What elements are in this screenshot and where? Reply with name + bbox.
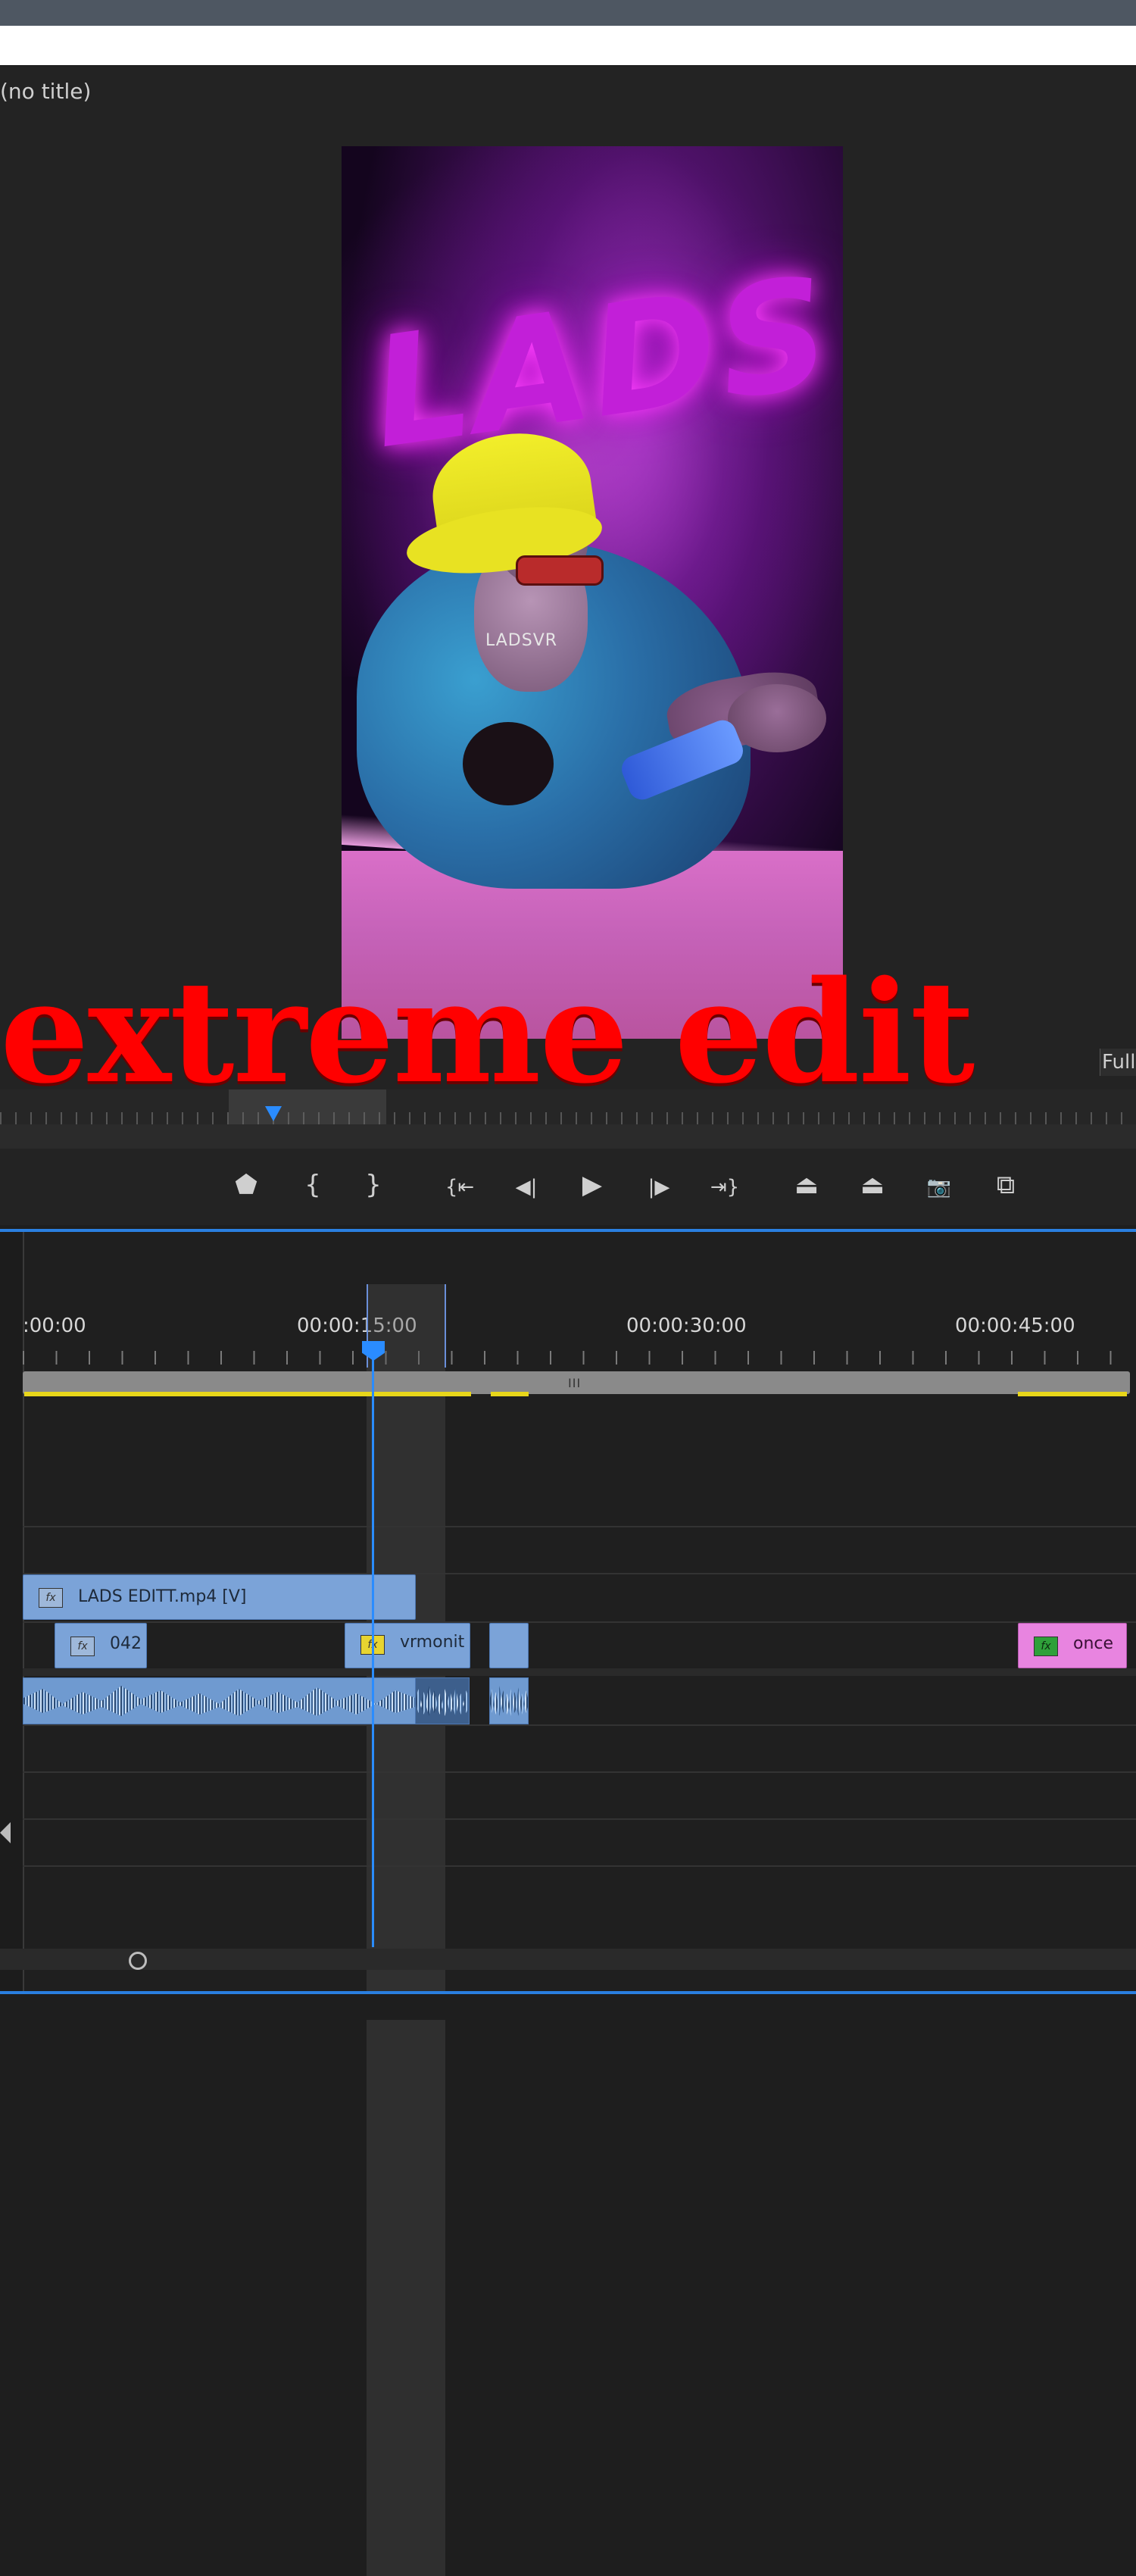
video-clip-042[interactable]: fx 042 (55, 1623, 147, 1668)
zoom-scrollbar-grip[interactable]: III (568, 1376, 581, 1390)
audio-waveform (23, 1686, 415, 1716)
export-frame-button[interactable]: 📷 (920, 1164, 958, 1206)
clip-label: vrmonit (400, 1633, 465, 1652)
fx-badge: fx (1034, 1637, 1058, 1656)
add-marker-button[interactable]: ⬟ (227, 1164, 265, 1206)
track-separator (23, 1771, 1136, 1773)
comparison-icon: ⧉ (996, 1170, 1016, 1200)
comparison-view-button[interactable]: ⧉ (987, 1164, 1025, 1206)
step-forward-icon: |▶ (648, 1176, 670, 1199)
transport-controls (0, 1149, 1136, 1224)
audio-clip-main[interactable] (23, 1677, 416, 1724)
video-clip-vrmonit[interactable]: fx vrmonit (345, 1623, 470, 1668)
lift-icon: ⏏ (794, 1170, 819, 1200)
work-area-range (367, 1284, 445, 2576)
clip-label: 042 (110, 1634, 142, 1653)
time-ruler[interactable] (23, 1351, 1136, 1365)
track-separator (23, 1724, 1136, 1726)
video-preview-frame: LADS LADSVR (342, 146, 843, 1039)
track-separator (23, 1526, 1136, 1527)
video-clip-small[interactable] (489, 1623, 529, 1668)
shirt-label: LADSVR (485, 631, 558, 650)
step-forward-button[interactable]: |▶ (640, 1164, 678, 1206)
audio-clip-vrmonit[interactable] (415, 1677, 470, 1724)
sunglasses (516, 555, 604, 586)
mark-in-button[interactable]: { (294, 1164, 332, 1206)
microphone (463, 722, 554, 805)
render-bar (491, 1392, 529, 1396)
status-area (0, 1994, 1136, 2020)
track-separator (23, 1865, 1136, 1867)
render-bar (24, 1392, 471, 1396)
extract-icon: ⏏ (860, 1170, 885, 1200)
play-button[interactable]: ▶ (573, 1164, 611, 1206)
video-clip-once[interactable]: fx once (1018, 1623, 1127, 1668)
extract-button[interactable]: ⏏ (854, 1164, 891, 1206)
mark-in-icon: { (304, 1170, 321, 1200)
scrub-base (0, 1124, 1136, 1149)
mark-out-icon: } (365, 1170, 382, 1200)
play-icon: ▶ (582, 1170, 603, 1200)
audio-clip-small[interactable] (489, 1677, 529, 1724)
go-to-out-icon: ⇥} (710, 1176, 740, 1199)
timecode-30: 00:00:30:00 (626, 1315, 747, 1337)
step-back-button[interactable]: ◀| (507, 1164, 545, 1206)
scrollbar-knob[interactable] (129, 1952, 147, 1970)
marker-icon: ⬟ (235, 1170, 257, 1200)
render-bar (1018, 1392, 1127, 1396)
timeline-playhead-line (372, 1349, 374, 1947)
work-area-end[interactable] (445, 1284, 446, 1368)
go-to-in-button[interactable]: {⇤ (441, 1164, 479, 1206)
audio-waveform (416, 1686, 469, 1716)
track-header-gutter (0, 1232, 24, 1994)
sequence-title[interactable]: (no title) (0, 79, 91, 104)
video-clip-lads-editt[interactable]: fx LADS EDITT.mp4 [V] (23, 1574, 416, 1620)
panel-tab-strip (0, 26, 1136, 66)
track-separator (23, 1818, 1136, 1820)
fit-dropdown[interactable]: Full (1100, 1049, 1136, 1076)
audio-waveform (490, 1686, 528, 1716)
collapse-arrow-icon[interactable] (0, 1822, 11, 1843)
mark-out-button[interactable]: } (354, 1164, 392, 1206)
window-title-bar (0, 0, 1136, 26)
clip-label: LADS EDITT.mp4 [V] (78, 1587, 247, 1606)
fx-badge: fx (39, 1588, 63, 1608)
lift-button[interactable]: ⏏ (788, 1164, 825, 1206)
go-to-out-button[interactable]: ⇥} (706, 1164, 744, 1206)
clip-label: once (1073, 1634, 1114, 1653)
timecode-0: :00:00 (23, 1315, 86, 1337)
character-hand (728, 684, 826, 752)
scrub-ticks (0, 1112, 1136, 1124)
track-separator (23, 1621, 1136, 1623)
overlay-caption: extreme edit (0, 949, 975, 1114)
timeline-horizontal-scrollbar[interactable] (0, 1949, 1136, 1970)
go-to-in-icon: {⇤ (445, 1176, 475, 1199)
video-audio-divider[interactable] (23, 1668, 1136, 1676)
fx-badge: fx (70, 1637, 95, 1656)
timecode-45: 00:00:45:00 (955, 1315, 1075, 1337)
camera-icon: 📷 (926, 1176, 952, 1199)
step-back-icon: ◀| (515, 1176, 538, 1199)
